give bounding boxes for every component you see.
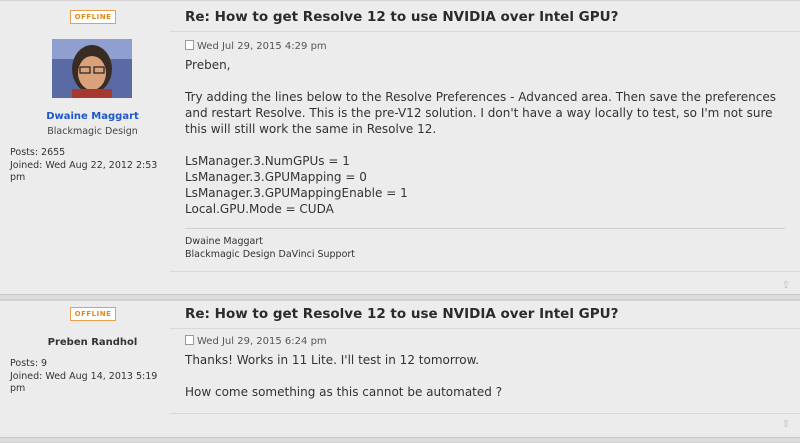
post-count: Posts: 2655: [10, 147, 66, 158]
post-title[interactable]: Re: How to get Resolve 12 to use NVIDIA …: [185, 306, 618, 322]
content-line: How come something as this cannot be aut…: [185, 385, 503, 399]
signature-line: Blackmagic Design DaVinci Support: [185, 249, 356, 260]
back-to-top-icon[interactable]: ⇧: [780, 419, 792, 431]
author-meta: Posts: 2655 Joined: Wed Aug 22, 2012 2:5…: [10, 147, 175, 185]
joined-date: Joined: Wed Aug 14, 2013 5:19 pm: [10, 370, 158, 395]
post-content: Thanks! Works in 11 Lite. I'll test in 1…: [185, 352, 785, 400]
footer-separator: [170, 271, 800, 272]
post-date: Wed Jul 29, 2015 6:24 pm: [185, 335, 327, 347]
post-title[interactable]: Re: How to get Resolve 12 to use NVIDIA …: [185, 9, 618, 25]
back-to-top-icon[interactable]: ⇧: [780, 280, 792, 292]
post-date-text: Wed Jul 29, 2015 6:24 pm: [197, 336, 327, 347]
post-divider: [0, 437, 800, 443]
post-count: Posts: 9: [10, 358, 48, 369]
signature-line: Dwaine Maggart: [185, 236, 263, 247]
post-icon[interactable]: [185, 40, 194, 50]
content-line: Try adding the lines below to the Resolv…: [185, 90, 777, 136]
content-line: LsManager.3.GPUMappingEnable = 1: [185, 186, 408, 200]
content-line: Preben,: [185, 58, 231, 72]
footer-separator: [170, 413, 800, 414]
title-separator: [170, 31, 800, 32]
avatar-image: [52, 39, 132, 98]
content-line: LsManager.3.GPUMapping = 0: [185, 170, 367, 184]
joined-date: Joined: Wed Aug 22, 2012 2:53 pm: [10, 159, 158, 184]
post-1: OFFLINE Re: How to get Resolve 12 to use…: [0, 0, 800, 297]
post-2: OFFLINE Re: How to get Resolve 12 to use…: [0, 300, 800, 443]
post-icon[interactable]: [185, 335, 194, 345]
offline-badge: OFFLINE: [70, 10, 116, 24]
content-line: Local.GPU.Mode = CUDA: [185, 202, 334, 216]
post-date-text: Wed Jul 29, 2015 4:29 pm: [197, 41, 327, 52]
author-name[interactable]: Dwaine Maggart: [0, 111, 185, 122]
content-line: LsManager.3.NumGPUs = 1: [185, 154, 350, 168]
post-content: Preben, Try adding the lines below to th…: [185, 57, 785, 217]
post-date: Wed Jul 29, 2015 4:29 pm: [185, 40, 327, 52]
author-rank: Blackmagic Design: [47, 126, 138, 137]
author-meta: Posts: 9 Joined: Wed Aug 14, 2013 5:19 p…: [10, 358, 175, 396]
offline-badge: OFFLINE: [70, 307, 116, 321]
content-line: Thanks! Works in 11 Lite. I'll test in 1…: [185, 353, 480, 367]
title-separator: [170, 328, 800, 329]
signature-separator: [185, 228, 785, 229]
signature: Dwaine Maggart Blackmagic Design DaVinci…: [185, 235, 355, 261]
avatar: [52, 39, 132, 98]
author-name[interactable]: Preben Randhol: [0, 337, 185, 348]
